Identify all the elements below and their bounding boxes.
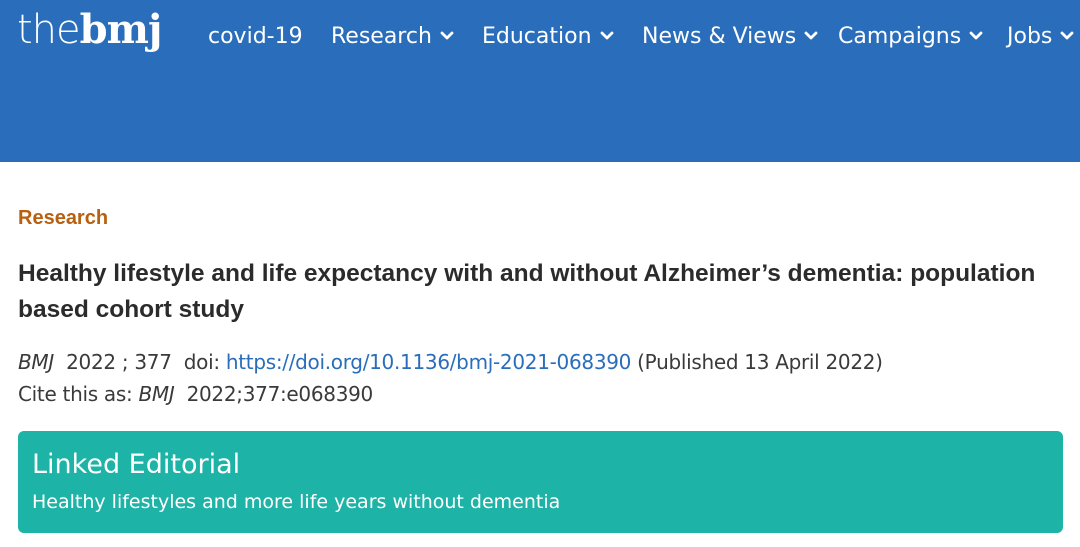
nav-item-jobs[interactable]: Jobs [1007, 18, 1074, 54]
nav-item-label: News & Views [642, 23, 797, 49]
nav-item-research[interactable]: Research [331, 18, 454, 54]
linked-editorial-heading: Linked Editorial [32, 449, 241, 480]
citation-line: BMJ 2022 ; 377 doi: https://doi.org/10.1… [18, 350, 883, 374]
journal-name: BMJ [18, 350, 54, 374]
doi-label: doi: [183, 350, 220, 374]
article-section-label: Research [18, 207, 109, 229]
chevron-down-icon [804, 29, 818, 43]
doi-link[interactable]: https://doi.org/10.1136/bmj-2021-068390 [226, 350, 632, 374]
cite-label: Cite this as: [18, 382, 133, 406]
nav-item-education[interactable]: Education [482, 18, 614, 54]
nav-item-covid-19[interactable]: covid-19 [208, 18, 303, 54]
chevron-down-icon [440, 29, 454, 43]
published-date: (Published 13 April 2022) [637, 350, 883, 374]
chevron-down-icon [1060, 29, 1074, 43]
nav-item-label: Jobs [1007, 23, 1053, 49]
year-volume: 2022 ; 377 [66, 350, 172, 374]
chevron-down-icon [969, 29, 983, 43]
nav-item-news-views[interactable]: News & Views [642, 18, 818, 54]
main-nav: covid-19 Research Education News & Views… [0, 18, 1080, 58]
chevron-down-icon [600, 29, 614, 43]
nav-item-campaigns[interactable]: Campaigns [838, 18, 983, 54]
cite-reference: 2022;377:e068390 [186, 382, 374, 406]
nav-item-label: Campaigns [838, 23, 962, 49]
site-header: the bmj covid-19 Research Education News … [0, 0, 1080, 162]
nav-item-label: Research [331, 23, 432, 49]
linked-editorial-box: Linked Editorial Healthy lifestyles and … [18, 431, 1063, 533]
cite-as-line: Cite this as: BMJ 2022;377:e068390 [18, 382, 373, 406]
article-title: Healthy lifestyle and life expectancy wi… [18, 260, 1036, 323]
nav-item-label: Education [482, 23, 592, 49]
linked-editorial-link[interactable]: Healthy lifestyles and more life years w… [32, 491, 560, 513]
nav-item-label: covid-19 [208, 23, 303, 49]
cite-journal: BMJ [138, 382, 175, 406]
